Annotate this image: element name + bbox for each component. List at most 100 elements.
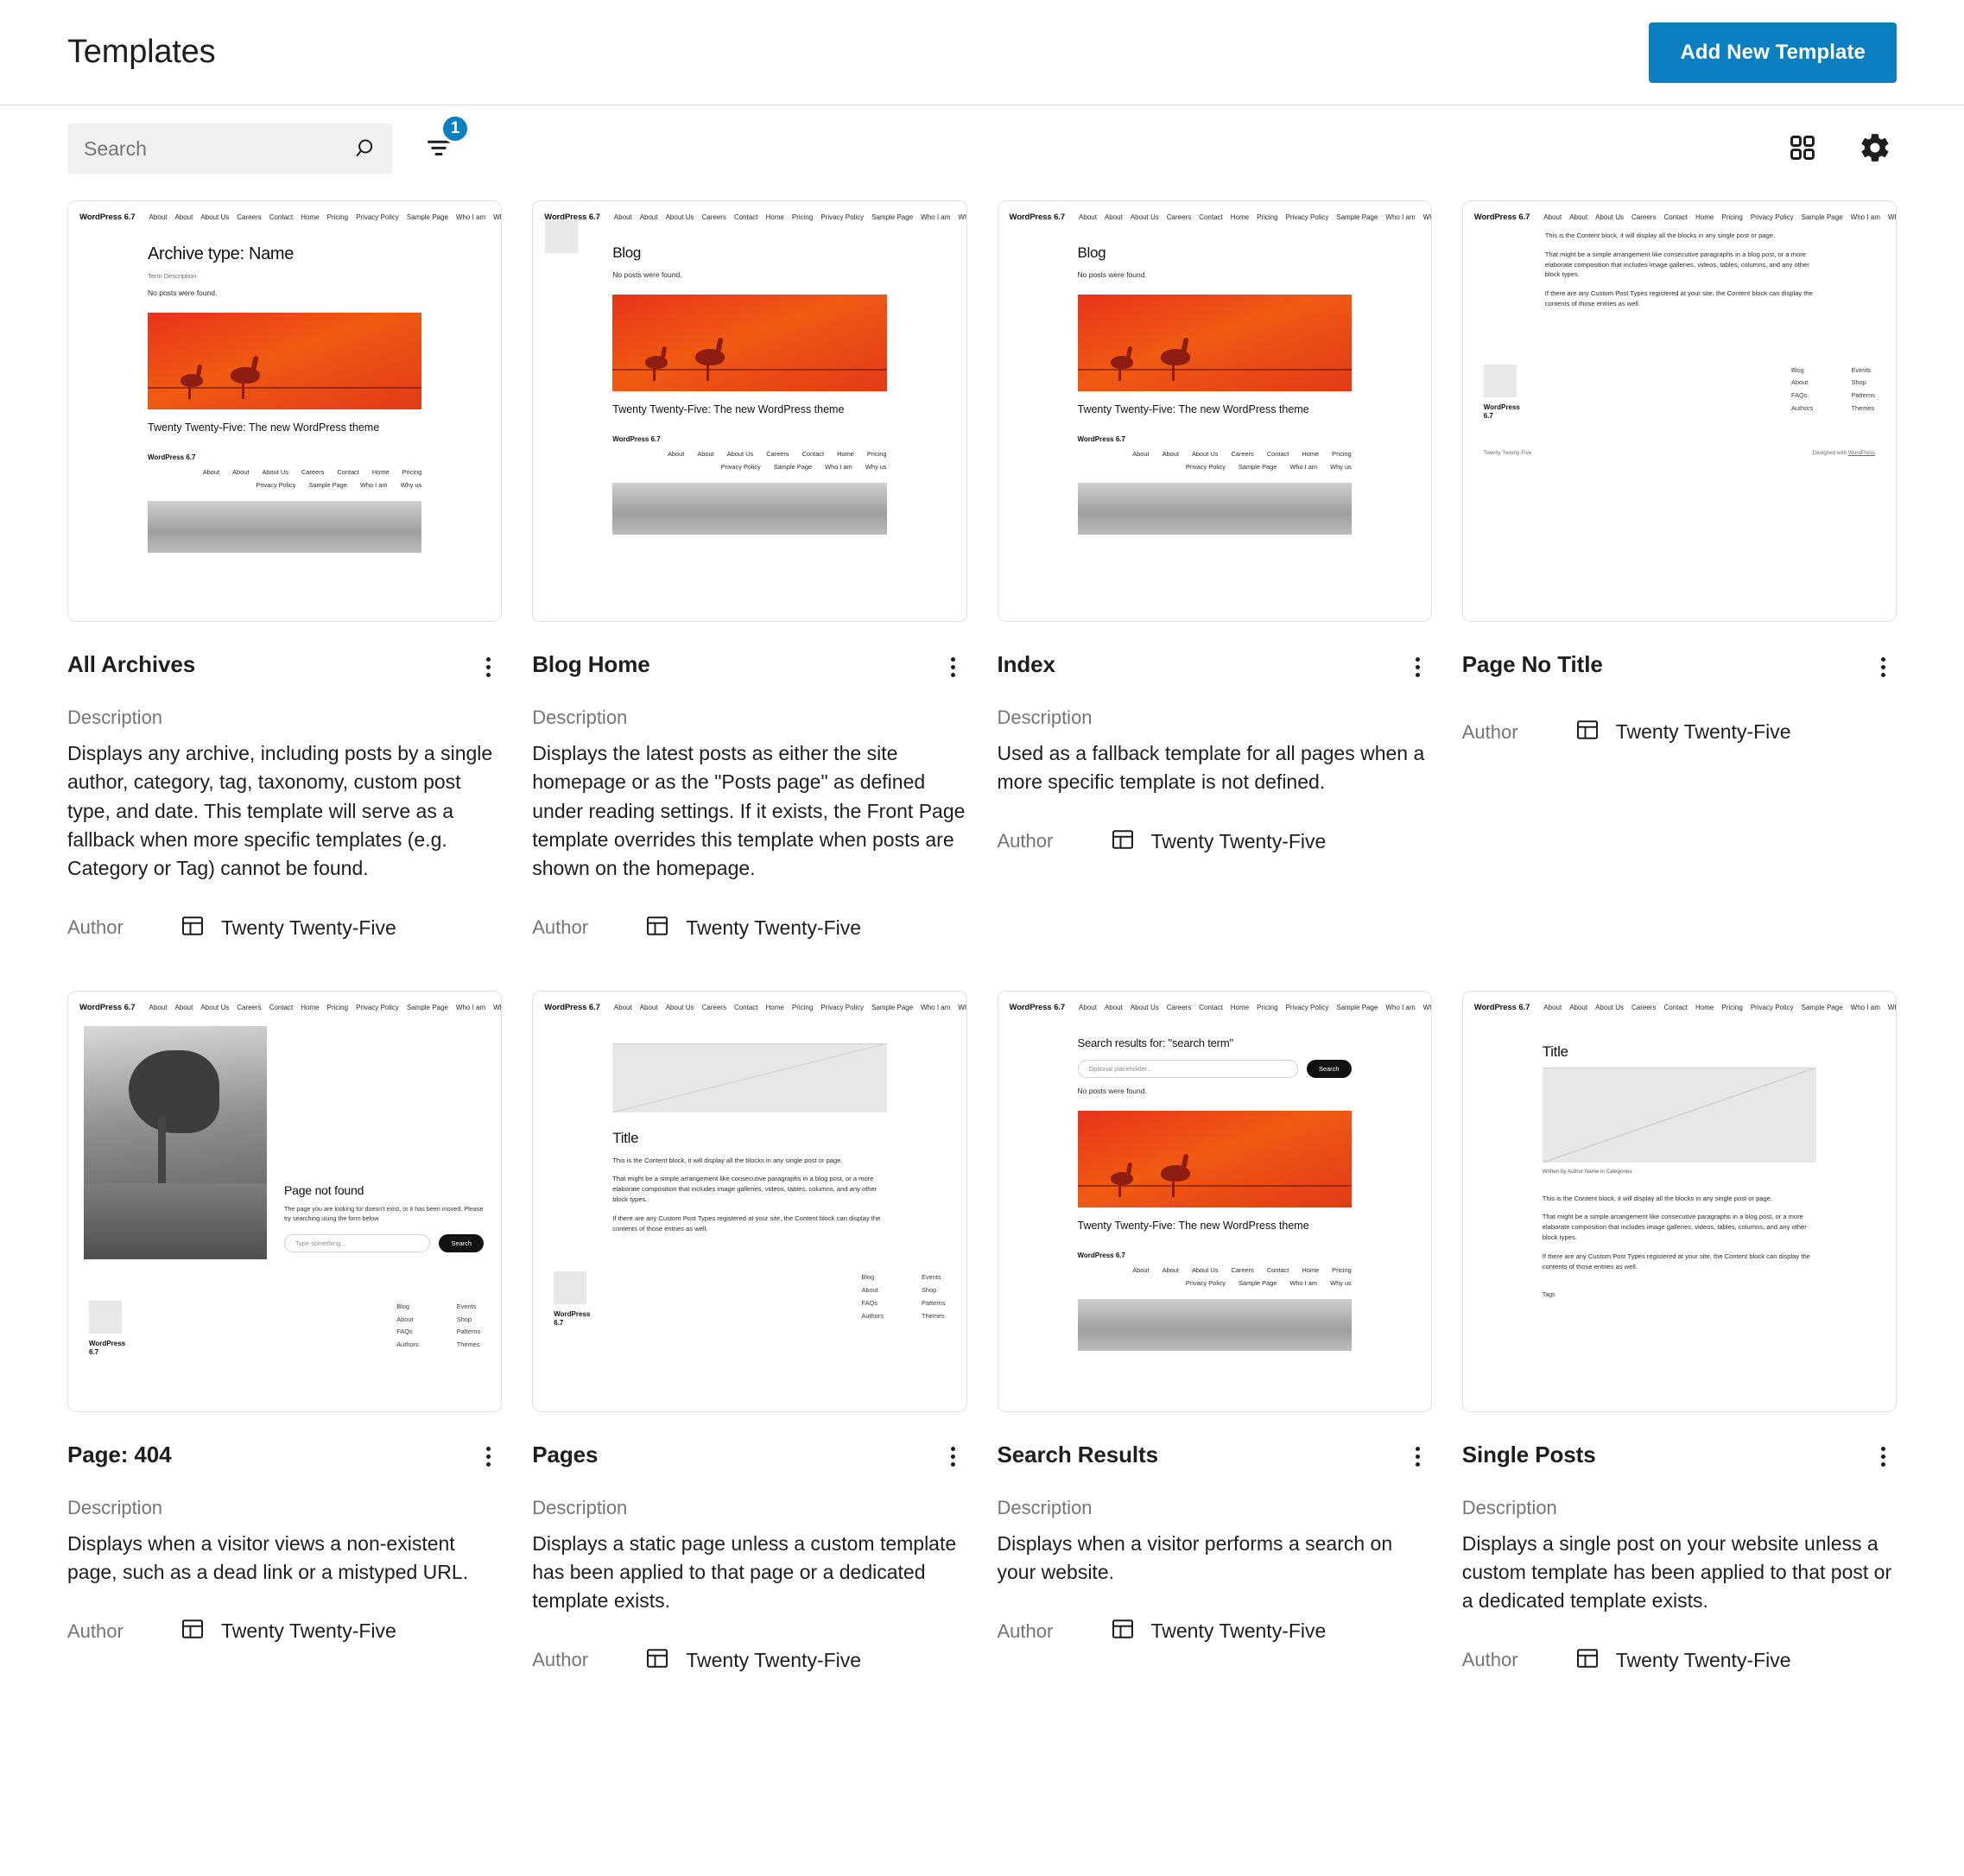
preview-footer-columns: Blog About FAQs Authors Events Shop Patt…: [396, 1301, 480, 1352]
preview-hero-title: Twenty Twenty-Five: The new WordPress th…: [1077, 403, 1309, 415]
template-glyph-icon: [644, 1645, 670, 1676]
nav-link: Contact: [1199, 1003, 1223, 1011]
filter-count-badge: 1: [440, 114, 470, 143]
preview-content-paragraph: If there are any Custom Post Types regis…: [1542, 1252, 1810, 1271]
template-card-pages[interactable]: WordPress 6.7 About About About Us Caree…: [532, 990, 967, 1676]
template-preview-pages[interactable]: WordPress 6.7 About About About Us Caree…: [532, 990, 967, 1412]
preview-no-posts: No posts were found.: [148, 288, 218, 297]
nav-link: Why us: [493, 213, 501, 221]
add-new-template-button[interactable]: Add New Template: [1649, 22, 1897, 83]
template-preview-index[interactable]: WordPress 6.7 About About About Us Caree…: [997, 200, 1432, 622]
footer-nav-link: Privacy Policy: [720, 463, 761, 472]
grid-view-button[interactable]: [1781, 127, 1824, 170]
nav-link: About: [613, 1003, 632, 1011]
nav-link: Sample Page: [406, 1003, 448, 1011]
description-label: Description: [67, 1496, 163, 1518]
footer-col-link: About: [1790, 378, 1809, 387]
template-description: Displays any archive, including posts by…: [67, 742, 493, 880]
template-author: Twenty Twenty-Five: [1150, 1619, 1327, 1643]
template-actions-button[interactable]: [1399, 648, 1437, 686]
template-glyph-icon: [1574, 717, 1600, 747]
nav-link: Why us: [1422, 213, 1431, 221]
footer-nav-link: About: [1132, 450, 1150, 459]
template-card-index[interactable]: WordPress 6.7 About About About Us Caree…: [997, 200, 1432, 943]
preview-image-placeholder: [612, 1043, 887, 1112]
nav-link: About: [1543, 1003, 1562, 1011]
footer-col-link: Authors: [1790, 404, 1814, 413]
template-actions-button[interactable]: [1864, 1438, 1902, 1476]
footer-nav-link: Sample Page: [1238, 1278, 1277, 1287]
author-row: Author Twenty Twenty-Five: [1462, 717, 1897, 747]
author-row: Author Twenty Twenty-Five: [67, 1616, 502, 1646]
author-label: Author: [1461, 1649, 1518, 1671]
footer-nav-link: Why us: [1330, 1278, 1352, 1287]
template-actions-button[interactable]: [469, 1438, 507, 1476]
kebab-menu-icon: [1880, 1447, 1885, 1467]
template-preview-single-posts[interactable]: WordPress 6.7 About About About Us Caree…: [1461, 990, 1897, 1412]
nav-link: About: [149, 213, 168, 221]
nav-link: Pricing: [1257, 213, 1278, 221]
footer-col-link: Events: [456, 1302, 477, 1310]
nav-link: Privacy Policy: [820, 213, 865, 221]
author-label: Author: [532, 916, 589, 939]
preview-nav-links: About About About Us Careers Contact Hom…: [149, 1004, 502, 1011]
template-actions-button[interactable]: [934, 648, 972, 686]
footer-col-link: Events: [921, 1273, 941, 1282]
preview-heading: Blog: [1077, 244, 1106, 261]
preview-hero-title: Twenty Twenty-Five: The new WordPress th…: [612, 403, 845, 415]
footer-nav-link: About Us: [1192, 1265, 1219, 1274]
preview-image-placeholder: [1542, 1067, 1816, 1163]
template-preview-page-no-title[interactable]: WordPress 6.7 About About About Us Caree…: [1461, 200, 1897, 622]
template-preview-all-archives[interactable]: WordPress 6.7 About About About Us Caree…: [67, 200, 503, 622]
template-preview-blog-home[interactable]: WordPress 6.7 About About About Us Caree…: [532, 200, 967, 622]
preview-no-posts: No posts were found.: [1077, 1086, 1147, 1095]
template-card-page-no-title[interactable]: WordPress 6.7 About About About Us Caree…: [1461, 200, 1897, 943]
template-card-page-404[interactable]: WordPress 6.7 About About About Us Caree…: [67, 990, 503, 1676]
template-author: Twenty Twenty-Five: [221, 1619, 396, 1643]
preview-theme-credit: Twenty Twenty-Five: [1483, 449, 1532, 456]
nav-link: About: [1079, 213, 1097, 221]
template-preview-page-404[interactable]: WordPress 6.7 About About About Us Caree…: [67, 990, 503, 1412]
template-actions-button[interactable]: [1864, 648, 1902, 686]
search-field-wrapper[interactable]: [67, 124, 392, 174]
nav-link: Who I am: [921, 213, 951, 221]
template-actions-button[interactable]: [469, 648, 507, 686]
template-card-blog-home[interactable]: WordPress 6.7 About About About Us Caree…: [532, 200, 967, 943]
template-card-all-archives[interactable]: WordPress 6.7 About About About Us Caree…: [67, 200, 503, 943]
preview-content-paragraph: If there are any Custom Post Types regis…: [1544, 289, 1813, 307]
nav-link: About Us: [1130, 213, 1159, 221]
template-author: Twenty Twenty-Five: [686, 1648, 862, 1671]
nav-link: Home: [1230, 213, 1250, 221]
preview-nav-links: About About About Us Careers Contact Hom…: [1079, 213, 1431, 221]
nav-link: Contact: [733, 213, 758, 221]
preview-footer-nav: About About About Us Careers Contact Hom…: [1078, 450, 1352, 471]
template-title: Pages: [532, 1441, 599, 1467]
template-card-single-posts[interactable]: WordPress 6.7 About About About Us Caree…: [1461, 990, 1897, 1676]
settings-button[interactable]: [1853, 127, 1897, 170]
template-preview-search-results[interactable]: WordPress 6.7 About About About Us Caree…: [997, 990, 1432, 1412]
template-description: Displays the latest posts as either the …: [532, 742, 966, 880]
nav-link: Who I am: [455, 1003, 486, 1011]
footer-col-link: Themes: [921, 1311, 945, 1320]
template-card-search-results[interactable]: WordPress 6.7 About About About Us Caree…: [997, 990, 1432, 1676]
nav-link: Pricing: [326, 1003, 349, 1011]
filter-button[interactable]: 1: [415, 114, 470, 173]
template-title: Blog Home: [532, 651, 650, 677]
preview-hero-image: [148, 313, 422, 409]
nav-link: Sample Page: [871, 213, 914, 221]
nav-link: Why us: [1422, 1003, 1431, 1011]
nav-link: About: [174, 213, 193, 221]
preview-footer-columns: Blog About FAQs Authors Events Shop Patt…: [1791, 364, 1875, 415]
template-actions-button[interactable]: [1399, 1438, 1437, 1476]
nav-link: Sample Page: [1336, 1003, 1378, 1011]
nav-link: About: [1079, 1003, 1097, 1011]
nav-link: Careers: [701, 213, 726, 221]
nav-link: About Us: [665, 213, 694, 221]
footer-nav-link: Privacy Policy: [1185, 463, 1226, 472]
nav-link: About Us: [1130, 1003, 1159, 1011]
author-row: Author Twenty Twenty-Five: [67, 913, 502, 943]
preview-footer-brand: WordPress 6.7: [1077, 435, 1125, 444]
template-title: Search Results: [997, 1441, 1159, 1467]
template-actions-button[interactable]: [934, 1438, 972, 1476]
search-input[interactable]: [67, 124, 392, 174]
